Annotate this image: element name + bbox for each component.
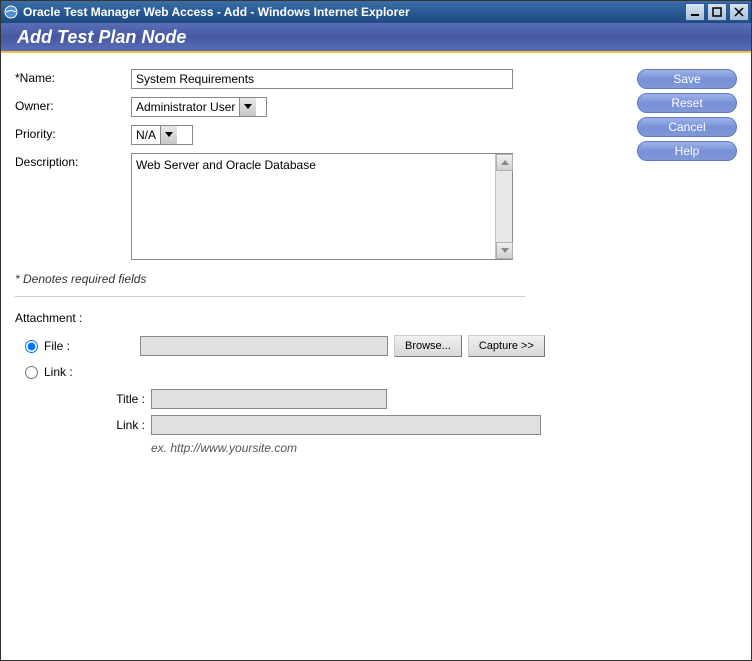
priority-select-value: N/A: [132, 128, 160, 142]
file-radio-label: File :: [44, 339, 140, 353]
chevron-down-icon: [239, 98, 256, 116]
form-area: *Name: Owner: Administrator User Priorit…: [15, 69, 617, 644]
description-label: Description:: [15, 153, 131, 169]
window-title: Oracle Test Manager Web Access - Add - W…: [23, 5, 685, 19]
capture-button[interactable]: Capture >>: [468, 335, 545, 357]
attachment-section-label: Attachment :: [15, 311, 617, 325]
title-input[interactable]: [151, 389, 387, 409]
description-textarea[interactable]: [132, 154, 495, 259]
scroll-up-icon[interactable]: [496, 154, 513, 171]
titlebar: Oracle Test Manager Web Access - Add - W…: [1, 1, 751, 23]
file-path-input[interactable]: [140, 336, 388, 356]
file-radio[interactable]: [25, 340, 38, 353]
link-radio[interactable]: [25, 366, 38, 379]
title-field-label: Title :: [97, 392, 151, 406]
minimize-button[interactable]: [685, 3, 705, 21]
scroll-down-icon[interactable]: [496, 242, 513, 259]
owner-select-value: Administrator User: [132, 100, 239, 114]
required-fields-note: * Denotes required fields: [15, 272, 617, 286]
link-input[interactable]: [151, 415, 541, 435]
name-label: *Name:: [15, 69, 131, 85]
window-controls: [685, 3, 749, 21]
link-example-text: ex. http://www.yoursite.com: [151, 441, 617, 455]
priority-label: Priority:: [15, 125, 131, 141]
description-textarea-wrapper: [131, 153, 513, 260]
close-button[interactable]: [729, 3, 749, 21]
attachment-section: Attachment : File : Browse... Capture >>…: [15, 311, 617, 455]
owner-label: Owner:: [15, 97, 131, 113]
maximize-button[interactable]: [707, 3, 727, 21]
priority-select[interactable]: N/A: [131, 125, 193, 145]
separator: [15, 296, 525, 297]
save-button[interactable]: Save: [637, 69, 737, 89]
link-field-label: Link :: [97, 418, 151, 432]
action-buttons: Save Reset Cancel Help: [637, 69, 737, 644]
chevron-down-icon: [160, 126, 177, 144]
page-title: Add Test Plan Node: [17, 27, 186, 48]
help-button[interactable]: Help: [637, 141, 737, 161]
content-area: *Name: Owner: Administrator User Priorit…: [1, 53, 751, 660]
owner-select[interactable]: Administrator User: [131, 97, 267, 117]
browser-window: Oracle Test Manager Web Access - Add - W…: [0, 0, 752, 661]
link-radio-label: Link :: [44, 365, 140, 379]
reset-button[interactable]: Reset: [637, 93, 737, 113]
name-input[interactable]: [131, 69, 513, 89]
ie-icon: [3, 4, 19, 20]
cancel-button[interactable]: Cancel: [637, 117, 737, 137]
page-header: Add Test Plan Node: [1, 23, 751, 53]
browse-button[interactable]: Browse...: [394, 335, 462, 357]
scrollbar[interactable]: [495, 154, 512, 259]
